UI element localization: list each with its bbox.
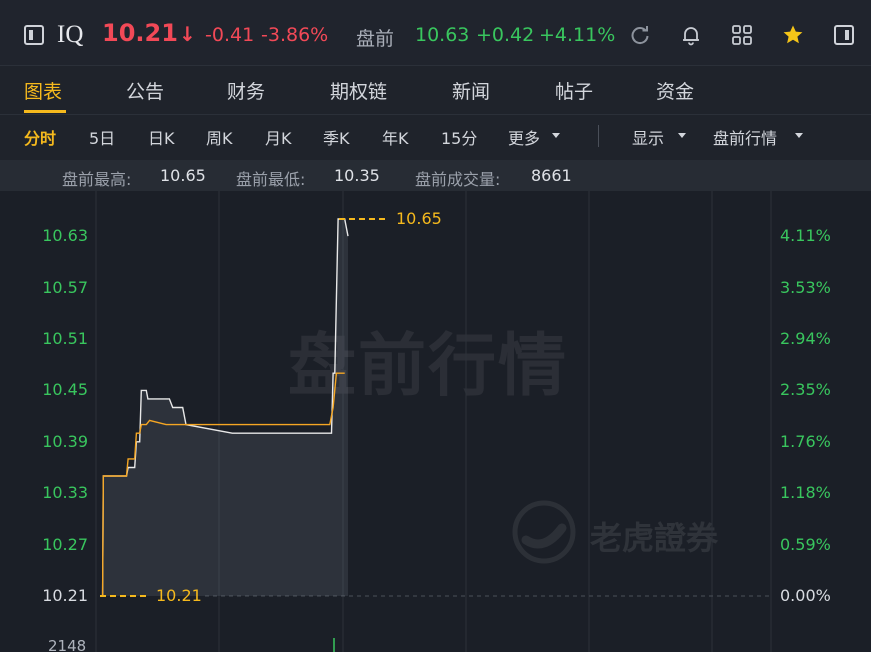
premarket-change: +0.42 <box>476 24 535 46</box>
y-axis-label-left: 10.21 <box>42 586 88 605</box>
active-tab-indicator <box>24 110 66 113</box>
premarket-stats-bar: 盘前最高: 10.65 盘前最低: 10.35 盘前成交量: 8661 <box>0 160 871 191</box>
premarket-quote-dropdown[interactable]: 盘前行情 <box>713 125 777 149</box>
y-axis-label-left: 10.33 <box>42 483 88 503</box>
down-arrow-icon: ↓ <box>179 22 196 46</box>
y-axis-label-right: 3.53% <box>780 277 831 297</box>
toolbar-divider <box>598 125 599 147</box>
premarket-price: 10.63 <box>415 24 470 46</box>
y-axis-label-left: 10.57 <box>42 277 88 297</box>
price-area-fill <box>100 219 348 596</box>
ticker-symbol: IQ <box>57 21 84 48</box>
price-change: -0.41 <box>205 24 255 46</box>
premarket-high-label: 盘前最高: <box>62 170 132 189</box>
grid-icon[interactable] <box>731 24 753 46</box>
premarket-volume-label: 盘前成交量: <box>415 170 501 189</box>
period-bar: 分时 5日 日K 周K 月K 季K 年K 15分 更多 显示 盘前行情 <box>0 115 871 160</box>
chevron-down-icon <box>678 133 686 138</box>
period-15min[interactable]: 15分 <box>441 125 477 149</box>
tab-news[interactable]: 新闻 <box>452 77 490 104</box>
premarket-label: 盘前 <box>356 28 395 50</box>
sidebar-right-icon[interactable] <box>834 25 854 45</box>
y-axis-label-right: 2.35% <box>780 380 831 400</box>
tab-bar: 图表 公告 财务 期权链 新闻 帖子 资金 <box>0 66 871 115</box>
y-axis-label-right: 1.18% <box>780 483 831 503</box>
bell-icon[interactable] <box>680 24 702 46</box>
premarket-high-value: 10.65 <box>160 166 206 185</box>
y-axis-label-right: 4.11% <box>780 226 831 246</box>
sidebar-left-icon[interactable] <box>24 25 44 45</box>
period-weekly[interactable]: 周K <box>206 125 233 149</box>
y-axis-label-left: 10.51 <box>42 328 88 348</box>
star-icon[interactable] <box>782 24 804 46</box>
y-axis-label-right: 0.00% <box>780 586 831 605</box>
quote-bar: IQ 10.21 ↓ -0.41 -3.86% 盘前 10.63 +0.42 +… <box>0 0 871 66</box>
low-price-label: 10.21 <box>156 586 202 605</box>
premarket-low-value: 10.35 <box>334 166 380 185</box>
price-change-pct: -3.86% <box>261 24 329 46</box>
display-dropdown[interactable]: 显示 <box>632 125 664 149</box>
y-axis-label-left: 10.45 <box>42 380 88 400</box>
period-intraday[interactable]: 分时 <box>24 125 56 149</box>
tab-capital-flow[interactable]: 资金 <box>656 77 694 104</box>
y-axis-label-right: 0.59% <box>780 534 831 554</box>
tab-chart[interactable]: 图表 <box>24 77 62 104</box>
premarket-change-pct: +4.11% <box>539 24 616 46</box>
tab-posts[interactable]: 帖子 <box>555 77 593 104</box>
tab-announcements[interactable]: 公告 <box>126 77 164 104</box>
tab-financials[interactable]: 财务 <box>227 77 265 104</box>
y-axis-label-right: 2.94% <box>780 328 831 348</box>
volume-axis-label: 2148 <box>48 637 87 652</box>
refresh-icon[interactable] <box>629 24 651 46</box>
high-price-label: 10.65 <box>396 209 442 228</box>
chevron-down-icon <box>552 133 560 138</box>
y-axis-label-right: 1.76% <box>780 431 831 451</box>
period-quarterly[interactable]: 季K <box>323 125 350 149</box>
period-monthly[interactable]: 月K <box>265 125 292 149</box>
more-periods-dropdown[interactable]: 更多 <box>508 125 540 149</box>
chevron-down-icon <box>795 133 803 138</box>
last-price: 10.21 <box>102 19 178 47</box>
intraday-chart[interactable] <box>0 191 871 652</box>
period-yearly[interactable]: 年K <box>382 125 409 149</box>
premarket-volume-value: 8661 <box>531 166 572 185</box>
period-daily[interactable]: 日K <box>148 125 175 149</box>
y-axis-label-left: 10.27 <box>42 534 88 554</box>
y-axis-label-left: 10.39 <box>42 431 88 451</box>
intraday-chart-svg <box>95 191 772 652</box>
y-axis-label-left: 10.63 <box>42 226 88 246</box>
tab-option-chain[interactable]: 期权链 <box>330 77 387 104</box>
period-5day[interactable]: 5日 <box>89 125 115 149</box>
premarket-low-label: 盘前最低: <box>236 170 306 189</box>
